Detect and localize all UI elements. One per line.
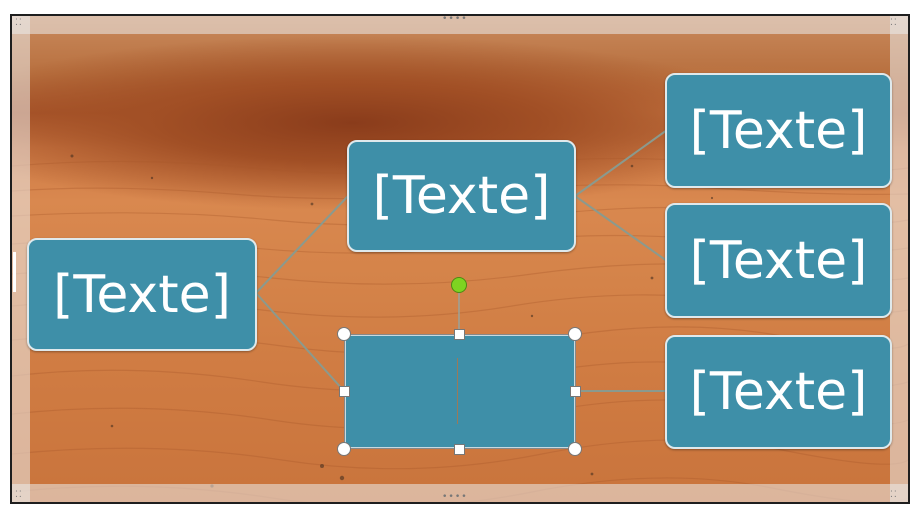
node-leaf-3-label: [Texte]: [689, 362, 868, 422]
node-leaf-3[interactable]: [Texte]: [665, 335, 892, 449]
resize-handle-left[interactable]: [339, 386, 350, 397]
resize-handle-top-left[interactable]: [337, 327, 351, 341]
rotate-handle[interactable]: [451, 277, 467, 293]
resize-handle-right[interactable]: [570, 386, 581, 397]
node-leaf-2[interactable]: [Texte]: [665, 203, 892, 318]
frame-corner-handle-icon[interactable]: ⁚⁚: [15, 18, 23, 28]
slide-canvas: •••• •••• ⁚⁚ ⁚⁚ ⁚⁚ ⁚⁚ [Texte] [Texte] [T…: [0, 0, 917, 510]
text-caret: [457, 358, 458, 424]
resize-handle-bottom-right[interactable]: [568, 442, 582, 456]
node-mid-top[interactable]: [Texte]: [347, 140, 576, 252]
grip-dots-icon[interactable]: ••••: [442, 14, 468, 24]
node-root-label: [Texte]: [53, 264, 231, 325]
resize-handle-top-right[interactable]: [568, 327, 582, 341]
frame-corner-handle-icon[interactable]: ⁚⁚: [890, 490, 898, 500]
frame-corner-handle-icon[interactable]: ⁚⁚: [890, 18, 898, 28]
node-leaf-1[interactable]: [Texte]: [665, 73, 892, 188]
resize-handle-bottom-left[interactable]: [337, 442, 351, 456]
node-leaf-1-label: [Texte]: [689, 100, 868, 161]
frame-corner-handle-icon[interactable]: ⁚⁚: [15, 490, 23, 500]
frame-left-edge-grip[interactable]: [13, 252, 16, 292]
node-mid-top-label: [Texte]: [372, 166, 551, 226]
node-root[interactable]: [Texte]: [27, 238, 257, 351]
resize-handle-top[interactable]: [454, 329, 465, 340]
frame-border-right: [890, 16, 908, 502]
node-leaf-2-label: [Texte]: [689, 230, 868, 291]
grip-dots-icon[interactable]: ••••: [442, 492, 468, 502]
resize-handle-bottom[interactable]: [454, 444, 465, 455]
node-selected[interactable]: [344, 334, 576, 449]
